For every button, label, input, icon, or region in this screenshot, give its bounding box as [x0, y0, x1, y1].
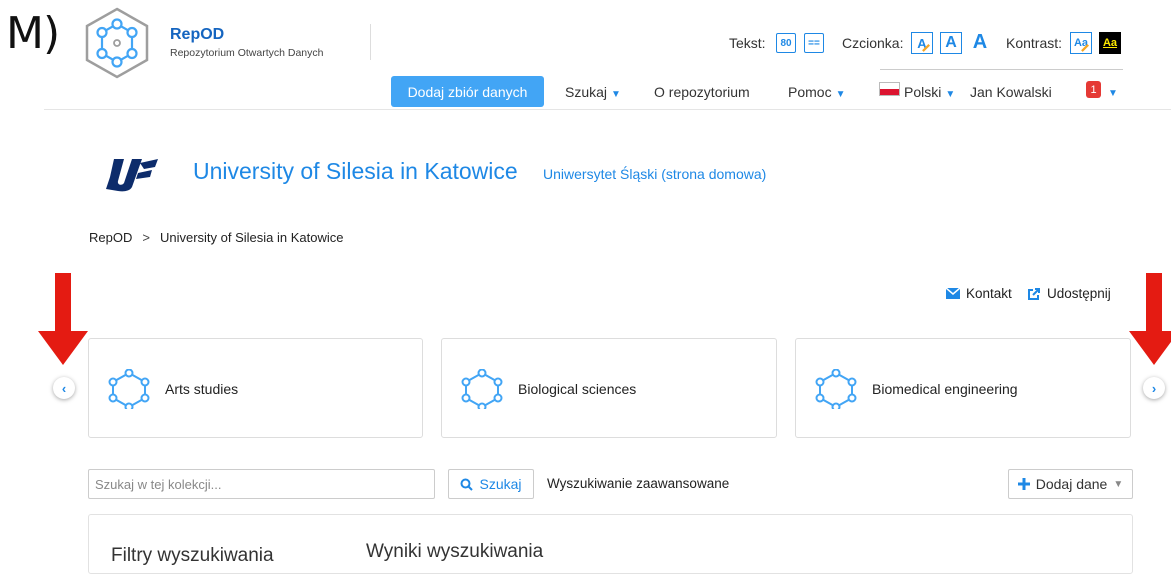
contrast-normal-button[interactable]: Aa [1070, 32, 1092, 54]
collection-card[interactable]: Biological sciences [441, 338, 777, 438]
caret-down-icon: ▼ [611, 89, 621, 100]
collection-card-label: Arts studies [165, 381, 239, 397]
filters-title: Filtry wyszukiwania [111, 545, 274, 566]
search-menu-label: Szukaj [565, 84, 608, 100]
breadcrumb: RepOD > University of Silesia in Katowice [89, 230, 343, 245]
header-divider [370, 24, 371, 60]
nav-divider [44, 109, 1171, 110]
molecule-icon [461, 369, 503, 409]
notifications-badge[interactable]: 1 [1086, 81, 1101, 98]
font-normal-button[interactable]: A [911, 32, 933, 54]
search-button-label: Szukaj [479, 476, 522, 492]
advanced-search-link[interactable]: Wyszukiwanie zaawansowane [547, 476, 729, 491]
panel-label: M) [6, 8, 60, 59]
notifications-caret-icon[interactable]: ▼ [1104, 83, 1118, 99]
help-menu[interactable]: Pomoc ▼ [788, 84, 845, 100]
university-logo [106, 159, 158, 192]
breadcrumb-root[interactable]: RepOD [89, 230, 132, 245]
contact-link[interactable]: Kontakt [946, 286, 1012, 301]
search-icon [460, 478, 474, 491]
breadcrumb-separator: > [142, 230, 150, 245]
toolbar-divider [880, 69, 1123, 70]
collection-card[interactable]: Biomedical engineering [795, 338, 1131, 438]
caret-down-icon: ▼ [945, 89, 956, 100]
add-data-label: Dodaj dane [1035, 476, 1108, 492]
language-menu[interactable]: Polski ▼ [904, 84, 955, 100]
molecule-icon [815, 369, 857, 409]
search-button[interactable]: Szukaj [448, 469, 534, 499]
plus-icon [1017, 478, 1030, 490]
contrast-label: Kontrast: [1006, 35, 1063, 51]
collection-card[interactable]: Arts studies [88, 338, 423, 438]
pencil-icon [922, 44, 930, 52]
add-dataset-button[interactable]: Dodaj zbiór danych [391, 76, 544, 107]
share-link[interactable]: Udostępnij [1027, 286, 1111, 301]
repod-logo[interactable] [83, 6, 151, 80]
caret-down-icon: ▼ [835, 89, 846, 100]
envelope-icon [946, 288, 960, 299]
carousel-prev-button[interactable]: ‹ [53, 377, 75, 399]
font-medium-button[interactable]: A [940, 32, 962, 54]
about-link[interactable]: O repozytorium [654, 84, 750, 100]
molecule-icon [108, 369, 150, 409]
collection-search-input[interactable] [88, 469, 435, 499]
brand-subtitle: Repozytorium Otwartych Danych [170, 47, 324, 59]
caret-down-icon: ▼ [1113, 478, 1124, 490]
collection-card-label: Biomedical engineering [872, 381, 1018, 397]
text-size-button[interactable]: 80 [776, 33, 796, 53]
chevron-left-icon: ‹ [61, 380, 67, 396]
annotation-arrow-right [1129, 273, 1171, 365]
text-size-label: Tekst: [729, 35, 766, 51]
breadcrumb-current: University of Silesia in Katowice [159, 230, 344, 245]
share-icon [1028, 287, 1040, 300]
polish-flag-icon [879, 82, 900, 96]
pencil-icon [1081, 44, 1089, 52]
language-menu-label: Polski [904, 84, 942, 100]
chevron-right-icon: › [1151, 380, 1157, 396]
help-menu-label: Pomoc [788, 84, 832, 100]
text-spacing-button[interactable]: == [804, 33, 824, 53]
user-menu[interactable]: Jan Kowalski [970, 84, 1052, 100]
annotation-arrow-left [38, 273, 88, 365]
carousel-next-button[interactable]: › [1143, 377, 1165, 399]
contact-label: Kontakt [966, 286, 1012, 301]
font-large-button[interactable]: A [968, 30, 992, 55]
institution-homepage-link[interactable]: Uniwersytet Śląski (strona domowa) [543, 166, 766, 182]
search-menu[interactable]: Szukaj ▼ [565, 84, 621, 100]
collection-card-label: Biological sciences [518, 381, 637, 397]
contrast-high-button[interactable]: Aa [1099, 32, 1121, 54]
institution-name: University of Silesia in Katowice [193, 158, 518, 184]
brand-name[interactable]: RepOD [170, 26, 224, 44]
add-data-dropdown[interactable]: Dodaj dane ▼ [1008, 469, 1133, 499]
font-label: Czcionka: [842, 35, 904, 51]
share-label: Udostępnij [1047, 286, 1111, 301]
